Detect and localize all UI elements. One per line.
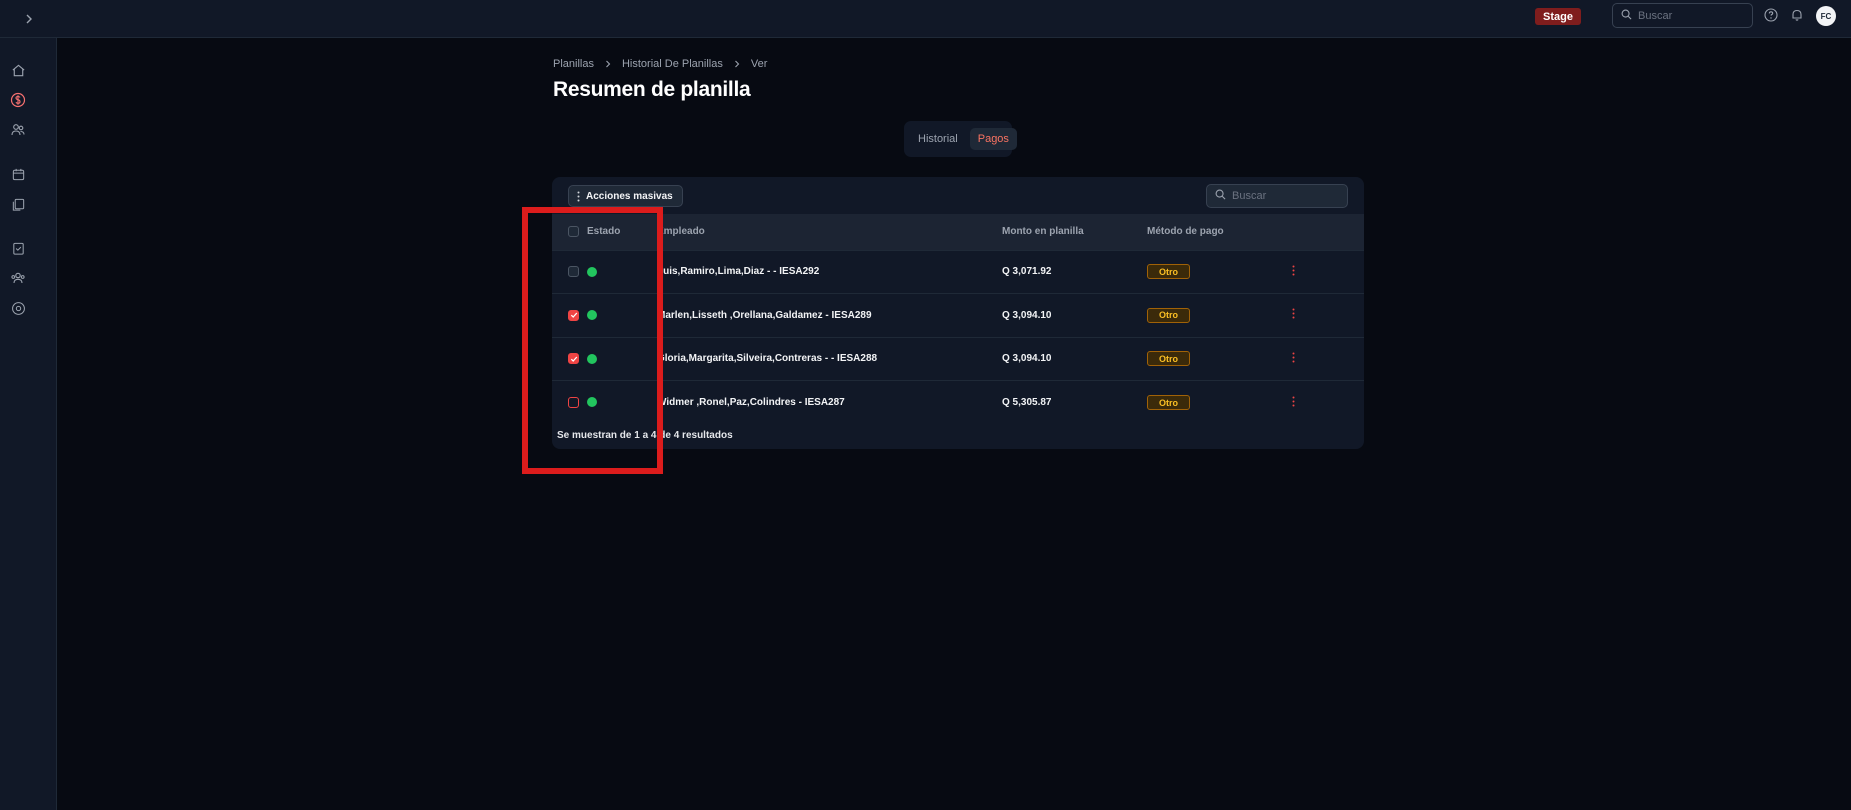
tab-switcher: Historial Pagos [904, 121, 1017, 157]
table-header-row: Estado Empleado Monto en planilla Método… [552, 214, 1364, 250]
table-search-input[interactable] [1232, 190, 1332, 202]
settings-circle-icon[interactable] [9, 299, 27, 317]
status-dot [587, 397, 597, 408]
breadcrumb-planillas[interactable]: Planillas [553, 58, 594, 70]
page-title: Resumen de planilla [553, 78, 751, 101]
chevron-right-icon [733, 60, 741, 68]
status-dot [587, 266, 597, 277]
breadcrumb: Planillas Historial De Planillas Ver [553, 58, 767, 70]
employee-name: Gloria,Margarita,Silveira,Contreras - - … [657, 353, 878, 365]
tab-historial[interactable]: Historial [910, 128, 966, 150]
status-dot [587, 353, 597, 364]
search-icon [1215, 187, 1226, 205]
payment-method-badge: Otro [1147, 395, 1190, 410]
table-search-field[interactable] [1206, 184, 1348, 208]
select-all-checkbox[interactable] [568, 226, 579, 238]
avatar[interactable]: FC [1816, 6, 1836, 26]
row-menu-icon[interactable] [1292, 265, 1295, 276]
bulk-actions-button[interactable]: Acciones masivas [568, 185, 683, 207]
chevron-right-icon [604, 60, 612, 68]
breadcrumb-ver[interactable]: Ver [751, 58, 768, 70]
payments-table: Estado Empleado Monto en planilla Método… [552, 214, 1364, 424]
payroll-amount: Q 3,094.10 [1002, 353, 1052, 365]
column-monto[interactable]: Monto en planilla [1002, 214, 1147, 250]
employee-name: Widmer ,Ronel,Paz,Colindres - IESA287 [657, 397, 845, 408]
row-menu-icon[interactable] [1292, 308, 1295, 319]
sidebar [0, 38, 57, 810]
column-empleado[interactable]: Empleado [657, 214, 1002, 250]
payroll-amount: Q 3,071.92 [1002, 266, 1052, 278]
row-checkbox[interactable] [568, 266, 579, 278]
bell-icon[interactable] [1788, 6, 1806, 24]
row-menu-icon[interactable] [1292, 396, 1295, 407]
payment-method-badge: Otro [1147, 264, 1190, 280]
table-row[interactable]: Widmer ,Ronel,Paz,Colindres - IESA287 Q … [552, 380, 1364, 425]
pagination-summary: Se muestran de 1 a 4 de 4 resultados [557, 430, 733, 441]
column-metodo-pago[interactable]: Método de pago [1147, 214, 1292, 250]
tab-pagos[interactable]: Pagos [969, 128, 1017, 150]
help-icon[interactable] [1762, 6, 1780, 24]
calendar-icon[interactable] [9, 165, 27, 183]
breadcrumb-historial[interactable]: Historial De Planillas [622, 58, 723, 70]
users-icon[interactable] [9, 121, 27, 139]
payments-card: Acciones masivas Estado Empleado Monto e… [552, 177, 1364, 449]
payment-method-badge: Otro [1147, 307, 1190, 323]
table-row[interactable]: Marlen,Lisseth ,Orellana,Galdamez - IESA… [552, 293, 1364, 338]
table-row[interactable]: Gloria,Margarita,Silveira,Contreras - - … [552, 337, 1364, 381]
employee-name: Marlen,Lisseth ,Orellana,Galdamez - IESA… [657, 309, 872, 321]
documents-icon[interactable] [9, 195, 27, 213]
global-search-input[interactable] [1638, 9, 1738, 22]
team-icon[interactable] [9, 269, 27, 287]
vertical-dots-icon [577, 191, 580, 202]
row-checkbox[interactable] [568, 353, 579, 365]
payment-method-badge: Otro [1147, 351, 1190, 367]
row-checkbox[interactable] [568, 396, 579, 408]
payroll-amount: Q 3,094.10 [1002, 309, 1052, 321]
search-icon [1621, 7, 1632, 25]
column-estado[interactable]: Estado [579, 214, 657, 250]
status-dot [587, 310, 597, 321]
row-checkbox[interactable] [568, 309, 579, 321]
home-icon[interactable] [9, 61, 27, 79]
row-menu-icon[interactable] [1292, 352, 1295, 363]
dollar-circle-icon[interactable] [9, 91, 27, 109]
clipboard-icon[interactable] [9, 239, 27, 257]
table-row[interactable]: Luis,Ramiro,Lima,Diaz - - IESA292 Q 3,07… [552, 250, 1364, 294]
environment-badge: Stage [1535, 8, 1581, 25]
global-search-field[interactable] [1612, 3, 1753, 28]
employee-name: Luis,Ramiro,Lima,Diaz - - IESA292 [657, 266, 820, 278]
expand-sidebar-chevron-icon[interactable] [16, 6, 42, 32]
payroll-amount: Q 5,305.87 [1002, 397, 1052, 408]
table-toolbar: Acciones masivas [552, 177, 1364, 214]
top-bar: Stage FC [0, 0, 1851, 38]
bulk-actions-label: Acciones masivas [586, 190, 673, 202]
